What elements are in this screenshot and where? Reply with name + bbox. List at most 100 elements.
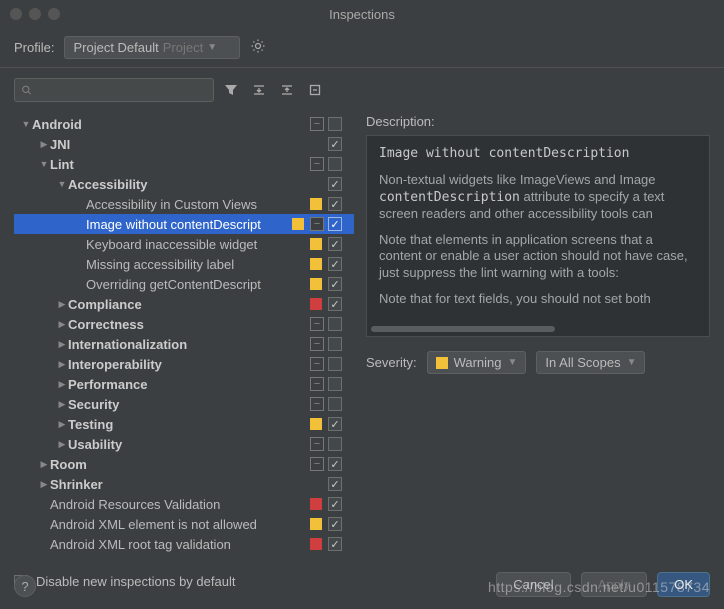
checkbox[interactable]: ✓: [328, 517, 342, 531]
detail-panel: Description: Image without contentDescri…: [366, 114, 710, 566]
tree-row[interactable]: Android XML root tag validation✓: [14, 534, 354, 554]
reset-indicator-icon[interactable]: −: [310, 117, 324, 131]
checkbox[interactable]: [328, 117, 342, 131]
chevron-right-icon[interactable]: ▶: [56, 299, 68, 310]
checkbox[interactable]: [328, 377, 342, 391]
chevron-right-icon[interactable]: ▶: [56, 439, 68, 450]
checkbox[interactable]: ✓: [328, 417, 342, 431]
checkbox[interactable]: ✓: [328, 177, 342, 191]
checkbox[interactable]: ✓: [328, 297, 342, 311]
tree-row[interactable]: ▼Lint−: [14, 154, 354, 174]
description-p2: Note that elements in application screen…: [379, 232, 697, 281]
chevron-right-icon[interactable]: ▶: [38, 139, 50, 150]
chevron-right-icon[interactable]: ▶: [56, 339, 68, 350]
chevron-right-icon[interactable]: ▶: [56, 399, 68, 410]
tree-row[interactable]: Accessibility in Custom Views✓: [14, 194, 354, 214]
tree-row[interactable]: ▶Correctness−: [14, 314, 354, 334]
reset-indicator-icon[interactable]: −: [310, 397, 324, 411]
severity-indicator-icon: [310, 418, 322, 430]
tree-row[interactable]: ▶Usability−: [14, 434, 354, 454]
severity-select[interactable]: Warning ▼: [427, 351, 527, 374]
checkbox[interactable]: ✓: [328, 497, 342, 511]
inspection-title: Image without contentDescription: [379, 146, 697, 162]
tree-label: Shrinker: [50, 477, 328, 492]
reset-indicator-icon[interactable]: −: [310, 457, 324, 471]
chevron-down-icon[interactable]: ▼: [38, 159, 50, 169]
reset-indicator-icon[interactable]: −: [310, 377, 324, 391]
chevron-down-icon[interactable]: ▼: [20, 119, 32, 129]
scope-select[interactable]: In All Scopes ▼: [536, 351, 645, 374]
tree-row[interactable]: Image without contentDescript−✓: [14, 214, 354, 234]
tree-row[interactable]: Android XML element is not allowed✓: [14, 514, 354, 534]
gear-icon[interactable]: [250, 38, 266, 57]
reset-icon[interactable]: [304, 79, 326, 101]
search-field[interactable]: [36, 83, 207, 97]
apply-button[interactable]: Apply: [581, 572, 648, 597]
expand-icon[interactable]: [248, 79, 270, 101]
tree-row[interactable]: ▼Accessibility✓: [14, 174, 354, 194]
tree-label: Interoperability: [68, 357, 310, 372]
checkbox[interactable]: ✓: [328, 217, 342, 231]
checkbox[interactable]: ✓: [328, 277, 342, 291]
ok-button[interactable]: OK: [657, 572, 710, 597]
cancel-button[interactable]: Cancel: [496, 572, 570, 597]
reset-indicator-icon[interactable]: −: [310, 157, 324, 171]
checkbox[interactable]: [328, 397, 342, 411]
help-button[interactable]: ?: [14, 575, 36, 597]
tree-row[interactable]: Keyboard inaccessible widget✓: [14, 234, 354, 254]
checkbox[interactable]: ✓: [328, 197, 342, 211]
filter-icon[interactable]: [220, 79, 242, 101]
tree-row[interactable]: Overriding getContentDescript✓: [14, 274, 354, 294]
chevron-right-icon[interactable]: ▶: [56, 379, 68, 390]
reset-indicator-icon[interactable]: −: [310, 437, 324, 451]
chevron-right-icon[interactable]: ▶: [56, 419, 68, 430]
profile-select[interactable]: Project Default Project ▼: [64, 36, 240, 59]
reset-indicator-icon[interactable]: −: [310, 317, 324, 331]
chevron-right-icon[interactable]: ▶: [56, 319, 68, 330]
profile-name: Project Default: [73, 40, 158, 55]
inspection-tree[interactable]: ▼Android−▶JNI✓▼Lint−▼Accessibility✓Acces…: [14, 114, 354, 566]
tree-label: Testing: [68, 417, 310, 432]
chevron-down-icon: ▼: [508, 357, 518, 368]
tree-row[interactable]: ▶Room−✓: [14, 454, 354, 474]
checkbox[interactable]: [328, 437, 342, 451]
tree-row[interactable]: ▶Performance−: [14, 374, 354, 394]
chevron-right-icon[interactable]: ▶: [38, 459, 50, 470]
checkbox[interactable]: [328, 317, 342, 331]
tree-row[interactable]: ▶Compliance✓: [14, 294, 354, 314]
tree-row[interactable]: Android Resources Validation✓: [14, 494, 354, 514]
tree-row[interactable]: ▶Security−: [14, 394, 354, 414]
tree-row[interactable]: ▶JNI✓: [14, 134, 354, 154]
scope-value: In All Scopes: [545, 355, 620, 370]
tree-label: Lint: [50, 157, 310, 172]
window-title: Inspections: [0, 7, 724, 22]
chevron-right-icon[interactable]: ▶: [56, 359, 68, 370]
checkbox[interactable]: ✓: [328, 257, 342, 271]
tree-label: Performance: [68, 377, 310, 392]
checkbox[interactable]: [328, 337, 342, 351]
reset-indicator-icon[interactable]: −: [310, 217, 324, 231]
checkbox[interactable]: ✓: [328, 237, 342, 251]
checkbox[interactable]: ✓: [328, 137, 342, 151]
checkbox[interactable]: [328, 357, 342, 371]
tree-row[interactable]: ▼Android−: [14, 114, 354, 134]
tree-row[interactable]: Missing accessibility label✓: [14, 254, 354, 274]
horizontal-scrollbar[interactable]: [371, 326, 705, 332]
chevron-right-icon[interactable]: ▶: [38, 479, 50, 490]
collapse-icon[interactable]: [276, 79, 298, 101]
checkbox[interactable]: ✓: [328, 537, 342, 551]
checkbox[interactable]: [328, 157, 342, 171]
severity-indicator-icon: [310, 198, 322, 210]
search-input[interactable]: [14, 78, 214, 102]
reset-indicator-icon[interactable]: −: [310, 337, 324, 351]
tree-row[interactable]: ▶Shrinker✓: [14, 474, 354, 494]
checkbox[interactable]: ✓: [328, 457, 342, 471]
tree-row[interactable]: ▶Internationalization−: [14, 334, 354, 354]
search-icon: [21, 84, 32, 96]
description-box: Image without contentDescription Non-tex…: [366, 135, 710, 337]
tree-row[interactable]: ▶Testing ✓: [14, 414, 354, 434]
reset-indicator-icon[interactable]: −: [310, 357, 324, 371]
checkbox[interactable]: ✓: [328, 477, 342, 491]
tree-row[interactable]: ▶Interoperability−: [14, 354, 354, 374]
chevron-down-icon[interactable]: ▼: [56, 179, 68, 189]
